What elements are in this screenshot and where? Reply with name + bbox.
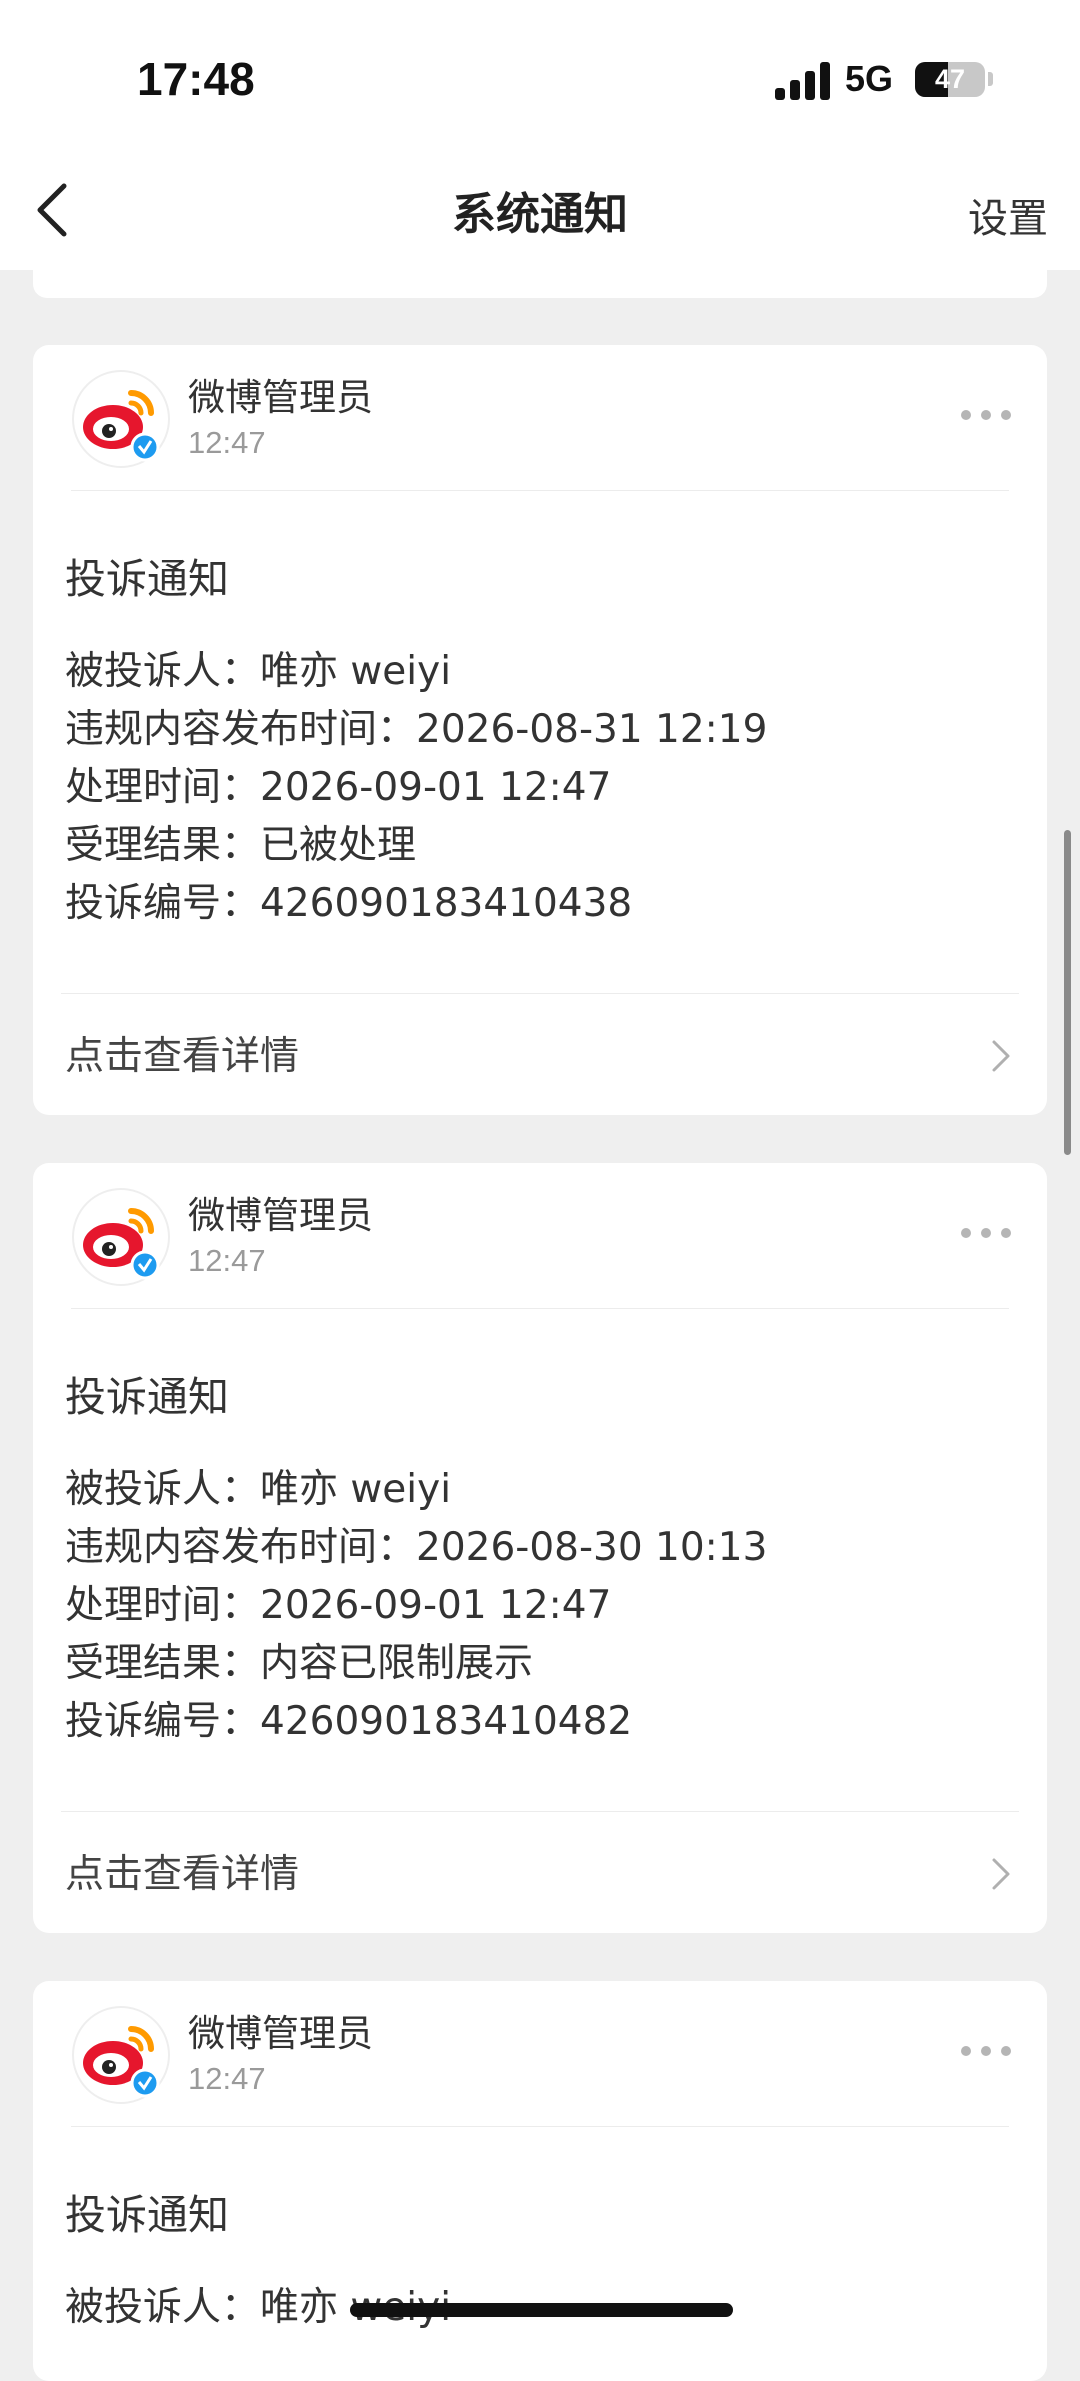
more-options-icon[interactable] [961,410,1011,422]
view-details-link[interactable]: 点击查看详情 [65,1025,299,1081]
notification-title: 投诉通知 [65,2191,229,2239]
home-indicator[interactable] [350,2303,733,2317]
more-options-icon[interactable] [961,2046,1011,2058]
notification-details: 被投诉人：唯亦 weiyi 违规内容发布时间：2026-08-30 10:13 处理… [65,1461,767,1751]
notification-card: 微博管理员 12:47 投诉通知 被投诉人：唯亦 weiyi 违规内容发布时间：2… [33,345,1047,1115]
divider [71,490,1009,491]
status-bar: 17:48 5G 47 [0,0,1080,150]
notification-details: 被投诉人：唯亦 weiyi 违规内容发布时间：2026-08-31 12:19 处理… [65,643,767,933]
more-options-icon[interactable] [961,1228,1011,1240]
sent-time: 12:47 [188,1243,266,1278]
detail-line: 受理结果：内容已限制展示 [65,1641,534,1686]
divider [71,2126,1009,2127]
divider [61,993,1019,994]
detail-line: 被投诉人：唯亦 weiyi [65,649,452,694]
chevron-right-icon[interactable] [991,1039,1011,1073]
weibo-logo-avatar[interactable] [71,2005,171,2105]
signal-icon [775,62,831,100]
detail-line: 投诉编号：426090183410482 [65,1699,633,1744]
sender-name[interactable]: 微博管理员 [188,367,373,421]
battery-icon: 47 [915,62,985,97]
sender-name[interactable]: 微博管理员 [188,1185,373,1239]
notification-card: 微博管理员 12:47 投诉通知 被投诉人：唯亦 weiyi [33,1981,1047,2381]
sent-time: 12:47 [188,2061,266,2096]
divider [61,1811,1019,1812]
sent-time: 12:47 [188,425,266,460]
detail-line: 违规内容发布时间：2026-08-30 10:13 [65,1525,768,1570]
navigation-bar: 系统通知 设置 [0,150,1080,270]
detail-line: 受理结果：已被处理 [65,823,417,868]
previous-card-edge [33,270,1047,298]
view-details-link[interactable]: 点击查看详情 [65,1843,299,1899]
scrollbar[interactable] [1064,830,1071,1155]
detail-line: 处理时间：2026-09-01 12:47 [65,765,612,810]
verified-badge-icon [130,2068,160,2098]
settings-button[interactable]: 设置 [968,186,1048,244]
weibo-logo-avatar[interactable] [71,369,171,469]
notification-title: 投诉通知 [65,1373,229,1421]
notification-card: 微博管理员 12:47 投诉通知 被投诉人：唯亦 weiyi 违规内容发布时间：2… [33,1163,1047,1933]
weibo-logo-avatar[interactable] [71,1187,171,1287]
network-type: 5G [845,58,894,99]
chevron-right-icon[interactable] [991,1857,1011,1891]
page-title: 系统通知 [452,189,628,240]
detail-line: 投诉编号：426090183410438 [65,881,633,926]
verified-badge-icon [130,1250,160,1280]
detail-line: 处理时间：2026-09-01 12:47 [65,1583,612,1628]
detail-line: 被投诉人：唯亦 weiyi [65,1467,452,1512]
sender-name[interactable]: 微博管理员 [188,2003,373,2057]
detail-line: 违规内容发布时间：2026-08-31 12:19 [65,707,768,752]
battery-percent: 47 [934,64,966,94]
notification-title: 投诉通知 [65,555,229,603]
divider [71,1308,1009,1309]
verified-badge-icon [130,432,160,462]
status-time: 17:48 [137,53,255,105]
